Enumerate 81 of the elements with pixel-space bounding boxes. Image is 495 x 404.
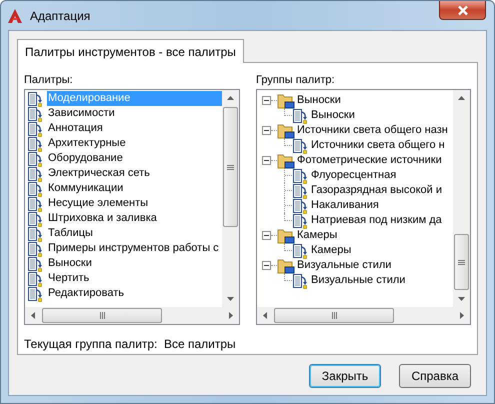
palette-icon (292, 198, 308, 214)
folder-icon (277, 228, 295, 244)
tab[interactable]: Палитры инструментов - все палитры (17, 39, 244, 63)
palette-item[interactable]: Аннотация (47, 121, 222, 136)
collapse-icon[interactable] (262, 126, 271, 135)
palette-item[interactable]: Таблицы (47, 226, 222, 241)
palette-groups-label: Группы палитр: (256, 73, 336, 88)
palette-item[interactable]: Примеры инструментов работы с (47, 241, 222, 256)
palette-item[interactable]: Газоразрядная высокой и (311, 182, 442, 199)
grip-icon (458, 260, 465, 264)
palette-icon (292, 242, 308, 258)
current-group-value: Все палитры (164, 336, 236, 353)
collapse-icon[interactable] (262, 96, 271, 105)
palette-item[interactable]: Штриховка и заливка (47, 211, 222, 226)
palette-item[interactable]: Выноски (311, 107, 355, 124)
palette-icon (292, 138, 308, 154)
horizontal-scrollbar[interactable] (257, 307, 470, 324)
current-group-label: Текущая группа палитр: (24, 336, 158, 353)
folder-icon (277, 122, 295, 138)
palette-icon (27, 166, 43, 182)
scrollbar-thumb[interactable] (42, 308, 162, 323)
palette-item[interactable]: Редактировать (47, 286, 222, 301)
dialog-button[interactable]: Закрыть (309, 364, 381, 388)
palette-icon (27, 136, 43, 152)
grip-icon (100, 312, 104, 319)
palette-icon (27, 270, 43, 286)
palette-item[interactable]: Электрическая сеть (47, 166, 222, 181)
palette-item[interactable]: Оборудование (47, 151, 222, 166)
scrollbar-thumb[interactable] (223, 107, 238, 227)
close-icon (456, 4, 468, 16)
vertical-scrollbar[interactable] (222, 90, 239, 307)
collapse-icon[interactable] (262, 261, 271, 270)
palettes-label: Палитры: (24, 73, 74, 88)
palette-item[interactable]: Зависимости (47, 106, 222, 121)
palette-icon (27, 286, 43, 302)
palette-icon (27, 180, 43, 196)
palette-icon (292, 212, 308, 228)
palette-icon (292, 108, 308, 124)
grip-icon (227, 164, 234, 170)
horizontal-scrollbar[interactable] (25, 307, 239, 324)
folder-icon (277, 152, 295, 168)
palette-icon (27, 240, 43, 256)
app-logo-icon (7, 8, 23, 24)
palette-icon (27, 150, 43, 166)
group-item[interactable]: Выноски (297, 92, 341, 109)
group-item[interactable]: Источники света общего назн (297, 122, 448, 139)
scrollbar-thumb[interactable] (274, 308, 394, 323)
palette-icon (27, 120, 43, 136)
palette-item[interactable]: Несущие элементы (47, 196, 222, 211)
palette-item[interactable]: Архитектурные (47, 136, 222, 151)
palette-icon (27, 196, 43, 212)
group-item[interactable]: Камеры (297, 227, 338, 244)
palette-icon (27, 256, 43, 272)
folder-icon (277, 92, 295, 108)
palette-icon (292, 168, 308, 184)
palette-item[interactable]: Натриевая под низким да (311, 212, 442, 229)
palette-item[interactable]: Накаливания (311, 197, 379, 214)
palette-item[interactable]: Источники света общего н (311, 137, 445, 154)
grip-icon (332, 312, 336, 319)
collapse-icon[interactable] (262, 231, 271, 240)
palette-icon (27, 90, 43, 106)
palette-icon (27, 210, 43, 226)
group-item[interactable]: Фотометрические источники (297, 152, 442, 169)
palette-icon (27, 226, 43, 242)
collapse-icon[interactable] (262, 156, 271, 165)
close-button[interactable] (439, 1, 486, 20)
dialog-button[interactable]: Справка (399, 364, 471, 388)
palette-item[interactable]: Коммуникации (47, 181, 222, 196)
vertical-scrollbar[interactable] (453, 90, 470, 307)
folder-icon (277, 258, 295, 274)
palette-item[interactable]: Камеры (311, 242, 352, 259)
palette-item[interactable]: Визуальные стили (311, 272, 406, 289)
palette-icon (27, 106, 43, 122)
group-item[interactable]: Визуальные стили (297, 257, 392, 274)
palette-item[interactable]: Чертить (47, 271, 222, 286)
scrollbar-thumb[interactable] (454, 234, 469, 290)
palette-item[interactable]: Флуоресцентная (311, 167, 396, 184)
palette-icon (292, 182, 308, 198)
palette-icon (292, 272, 308, 288)
window-title: Адаптация (30, 8, 90, 24)
palette-item[interactable]: Выноски (47, 256, 222, 271)
